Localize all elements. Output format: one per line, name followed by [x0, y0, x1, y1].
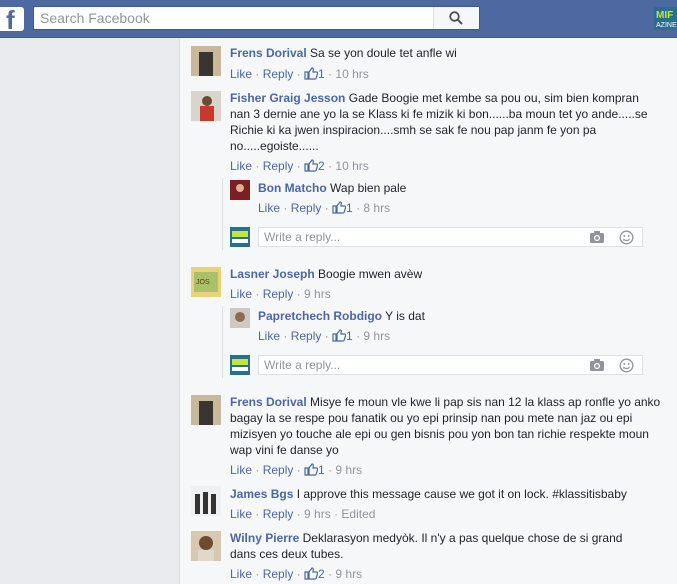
svg-text:MIF: MIF — [656, 10, 673, 21]
like-link[interactable]: Like — [230, 67, 252, 81]
comment-text: Wap bien pale — [330, 181, 407, 195]
edited-label[interactable]: Edited — [341, 507, 375, 521]
brand-logo-image: MIF AZINE — [654, 7, 677, 30]
commenter-name[interactable]: Wilny Pierre — [230, 531, 299, 545]
svg-text:AZINE: AZINE — [656, 22, 677, 29]
avatar[interactable] — [191, 486, 221, 516]
avatar[interactable]: JOS — [191, 267, 221, 297]
thumbs-up-icon — [332, 329, 347, 342]
comment-text: Sa se yon doule tet anfle wi — [310, 46, 457, 60]
avatar[interactable] — [191, 395, 221, 425]
reply-link[interactable]: Reply — [263, 159, 294, 173]
search-icon — [449, 11, 463, 25]
like-link[interactable]: Like — [258, 201, 280, 215]
camera-icon[interactable] — [589, 358, 605, 372]
reply: Bon Matcho Wap bien pale — [258, 180, 658, 196]
commenter-name[interactable]: Papretchech Robdigo — [258, 309, 382, 323]
brand-logo[interactable]: MIF AZINE — [654, 7, 677, 30]
comment-actions: Like · Reply · 9 hrs · Edited — [230, 507, 376, 521]
commenter-name[interactable]: Lasner Joseph — [230, 267, 315, 281]
comment-text: I approve this message cause we got it o… — [296, 487, 627, 501]
thumbs-up-icon — [304, 567, 319, 580]
timestamp[interactable]: 9 hrs — [335, 567, 362, 581]
like-link[interactable]: Like — [258, 329, 280, 343]
thumbs-up-icon — [304, 67, 319, 80]
my-avatar — [230, 227, 250, 247]
reply-input[interactable] — [259, 356, 569, 374]
timestamp[interactable]: 10 hrs — [335, 159, 368, 173]
like-link[interactable]: Like — [230, 507, 252, 521]
like-link[interactable]: Like — [230, 463, 252, 477]
timestamp[interactable]: 8 hrs — [363, 201, 390, 215]
svg-text:JOS: JOS — [196, 279, 210, 286]
smiley-icon[interactable] — [619, 358, 634, 373]
camera-icon[interactable] — [589, 230, 605, 244]
thumbs-up-icon — [332, 201, 347, 214]
commenter-name[interactable]: Fisher Graig Jesson — [230, 91, 345, 105]
my-avatar — [230, 355, 250, 375]
thumbs-up-icon — [304, 159, 319, 172]
comment-text: Y is dat — [385, 309, 425, 323]
like-count[interactable]: 2 — [318, 567, 325, 581]
avatar[interactable] — [191, 91, 221, 121]
like-count[interactable]: 1 — [318, 463, 325, 477]
reply-actions: Like · Reply · 1 · 8 hrs — [258, 201, 391, 215]
timestamp[interactable]: 9 hrs — [304, 507, 331, 521]
reply: Papretchech Robdigo Y is dat — [258, 308, 658, 324]
avatar[interactable] — [191, 46, 221, 76]
comment-actions: Like · Reply · 1 · 10 hrs — [230, 67, 369, 81]
timestamp[interactable]: 9 hrs — [335, 463, 362, 477]
comment-text: Boogie mwen avèw — [318, 267, 423, 281]
timestamp[interactable]: 10 hrs — [335, 67, 368, 81]
comment-actions: Like · Reply · 2 · 10 hrs — [230, 159, 369, 173]
commenter-name[interactable]: James Bgs — [230, 487, 293, 501]
reply-input[interactable] — [259, 228, 569, 246]
search-button[interactable] — [433, 7, 479, 29]
comment-actions: Like · Reply · 9 hrs — [230, 287, 331, 301]
reply-composer — [258, 355, 643, 375]
thread-line — [222, 306, 223, 378]
reply-link[interactable]: Reply — [263, 567, 294, 581]
thumbs-up-icon — [304, 463, 319, 476]
facebook-logo[interactable]: f — [0, 5, 24, 35]
comment-actions: Like · Reply · 2 · 9 hrs — [230, 567, 363, 581]
smiley-icon[interactable] — [619, 230, 634, 245]
reply-link[interactable]: Reply — [291, 201, 322, 215]
top-bar: f MIF AZINE — [0, 0, 677, 38]
like-count[interactable]: 1 — [318, 67, 325, 81]
reply-link[interactable]: Reply — [263, 67, 294, 81]
like-link[interactable]: Like — [230, 567, 252, 581]
reply-link[interactable]: Reply — [263, 287, 294, 301]
avatar[interactable] — [230, 180, 250, 200]
comment-actions: Like · Reply · 1 · 9 hrs — [230, 463, 363, 477]
commenter-name[interactable]: Frens Dorival — [230, 395, 307, 409]
search-input[interactable] — [34, 7, 434, 29]
timestamp[interactable]: 9 hrs — [363, 329, 390, 343]
commenter-name[interactable]: Frens Dorival — [230, 46, 307, 60]
commenter-name[interactable]: Bon Matcho — [258, 181, 327, 195]
search-box — [33, 6, 480, 30]
reply-link[interactable]: Reply — [263, 463, 294, 477]
like-count[interactable]: 1 — [346, 201, 353, 215]
reply-link[interactable]: Reply — [263, 507, 294, 521]
like-link[interactable]: Like — [230, 159, 252, 173]
reply-composer — [258, 227, 643, 247]
avatar[interactable] — [230, 308, 250, 328]
timestamp[interactable]: 9 hrs — [304, 287, 331, 301]
like-link[interactable]: Like — [230, 287, 252, 301]
reply-link[interactable]: Reply — [291, 329, 322, 343]
like-count[interactable]: 2 — [318, 159, 325, 173]
like-count[interactable]: 1 — [346, 329, 353, 343]
thread-line — [222, 178, 223, 250]
reply-actions: Like · Reply · 1 · 9 hrs — [258, 329, 391, 343]
avatar[interactable] — [191, 531, 221, 561]
